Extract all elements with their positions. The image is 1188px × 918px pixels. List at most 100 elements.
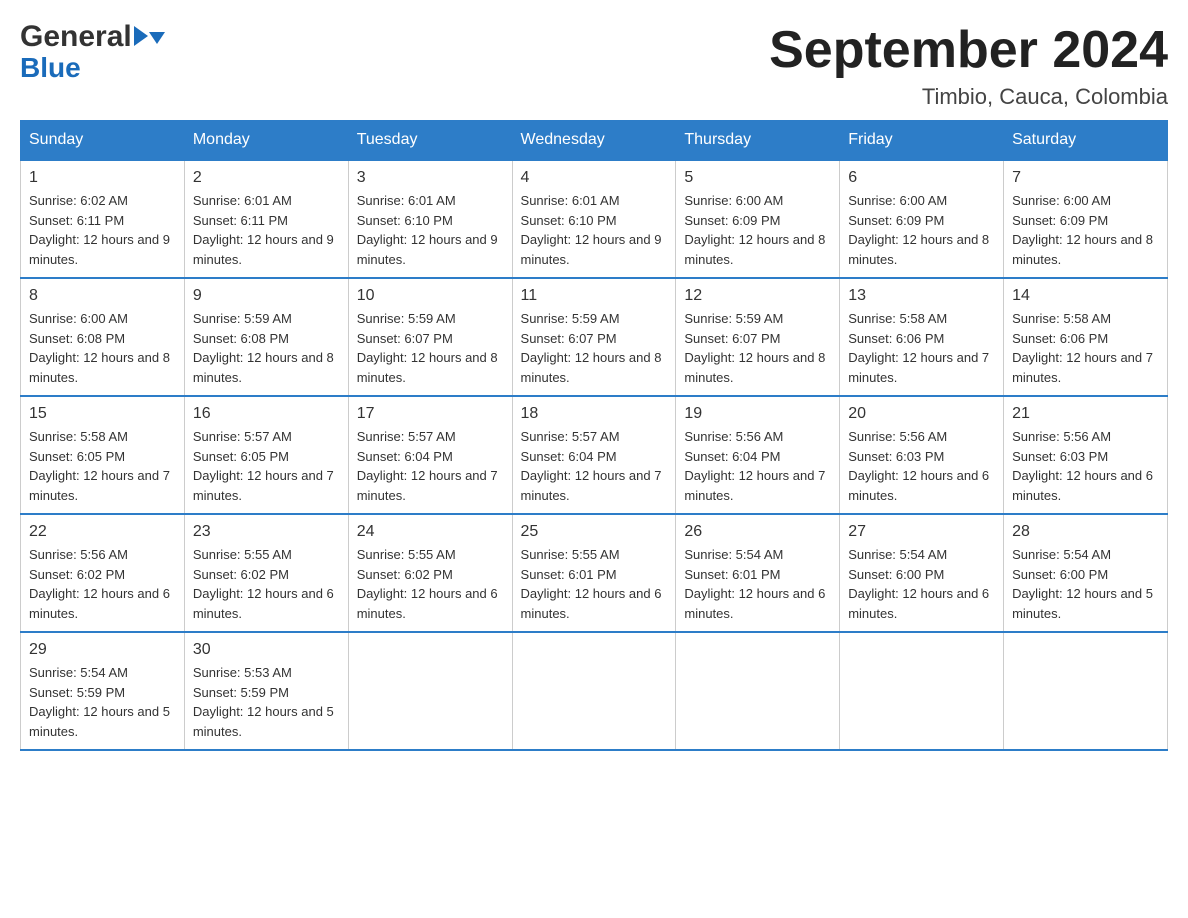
sunset-label: Sunset: 6:02 PM bbox=[357, 567, 453, 582]
day-info: Sunrise: 5:54 AM Sunset: 5:59 PM Dayligh… bbox=[29, 663, 176, 741]
sunrise-label: Sunrise: 5:58 AM bbox=[848, 311, 947, 326]
calendar-cell: 7 Sunrise: 6:00 AM Sunset: 6:09 PM Dayli… bbox=[1004, 160, 1168, 278]
sunrise-label: Sunrise: 5:56 AM bbox=[29, 547, 128, 562]
location-subtitle: Timbio, Cauca, Colombia bbox=[769, 84, 1168, 110]
day-number: 8 bbox=[29, 287, 176, 305]
day-info: Sunrise: 5:54 AM Sunset: 6:00 PM Dayligh… bbox=[848, 545, 995, 623]
sunrise-label: Sunrise: 5:59 AM bbox=[521, 311, 620, 326]
sunset-label: Sunset: 6:07 PM bbox=[357, 331, 453, 346]
daylight-label: Daylight: 12 hours and 5 minutes. bbox=[29, 704, 170, 739]
sunset-label: Sunset: 6:10 PM bbox=[357, 213, 453, 228]
sunrise-label: Sunrise: 5:57 AM bbox=[521, 429, 620, 444]
calendar-cell: 13 Sunrise: 5:58 AM Sunset: 6:06 PM Dayl… bbox=[840, 278, 1004, 396]
day-number: 27 bbox=[848, 523, 995, 541]
day-number: 4 bbox=[521, 169, 668, 187]
day-number: 6 bbox=[848, 169, 995, 187]
calendar-cell: 21 Sunrise: 5:56 AM Sunset: 6:03 PM Dayl… bbox=[1004, 396, 1168, 514]
sunset-label: Sunset: 6:01 PM bbox=[521, 567, 617, 582]
day-info: Sunrise: 6:02 AM Sunset: 6:11 PM Dayligh… bbox=[29, 191, 176, 269]
day-info: Sunrise: 6:00 AM Sunset: 6:09 PM Dayligh… bbox=[684, 191, 831, 269]
day-number: 21 bbox=[1012, 405, 1159, 423]
day-info: Sunrise: 5:59 AM Sunset: 6:08 PM Dayligh… bbox=[193, 309, 340, 387]
day-info: Sunrise: 6:01 AM Sunset: 6:10 PM Dayligh… bbox=[521, 191, 668, 269]
daylight-label: Daylight: 12 hours and 7 minutes. bbox=[684, 468, 825, 503]
calendar-cell: 8 Sunrise: 6:00 AM Sunset: 6:08 PM Dayli… bbox=[21, 278, 185, 396]
logo-general-text: General bbox=[20, 20, 132, 54]
calendar-cell: 1 Sunrise: 6:02 AM Sunset: 6:11 PM Dayli… bbox=[21, 160, 185, 278]
day-info: Sunrise: 5:56 AM Sunset: 6:04 PM Dayligh… bbox=[684, 427, 831, 505]
daylight-label: Daylight: 12 hours and 7 minutes. bbox=[1012, 350, 1153, 385]
sunrise-label: Sunrise: 5:54 AM bbox=[848, 547, 947, 562]
day-number: 19 bbox=[684, 405, 831, 423]
daylight-label: Daylight: 12 hours and 9 minutes. bbox=[357, 232, 498, 267]
day-number: 3 bbox=[357, 169, 504, 187]
calendar-cell: 25 Sunrise: 5:55 AM Sunset: 6:01 PM Dayl… bbox=[512, 514, 676, 632]
sunset-label: Sunset: 6:11 PM bbox=[193, 213, 288, 228]
day-number: 30 bbox=[193, 641, 340, 659]
daylight-label: Daylight: 12 hours and 9 minutes. bbox=[29, 232, 170, 267]
sunrise-label: Sunrise: 6:02 AM bbox=[29, 193, 128, 208]
sunrise-label: Sunrise: 5:54 AM bbox=[684, 547, 783, 562]
sunrise-label: Sunrise: 6:01 AM bbox=[357, 193, 456, 208]
calendar-cell: 15 Sunrise: 5:58 AM Sunset: 6:05 PM Dayl… bbox=[21, 396, 185, 514]
day-info: Sunrise: 5:59 AM Sunset: 6:07 PM Dayligh… bbox=[684, 309, 831, 387]
sunrise-label: Sunrise: 5:53 AM bbox=[193, 665, 292, 680]
calendar-cell: 26 Sunrise: 5:54 AM Sunset: 6:01 PM Dayl… bbox=[676, 514, 840, 632]
sunset-label: Sunset: 6:02 PM bbox=[29, 567, 125, 582]
calendar-cell bbox=[512, 632, 676, 750]
col-saturday: Saturday bbox=[1004, 121, 1168, 161]
day-info: Sunrise: 5:58 AM Sunset: 6:06 PM Dayligh… bbox=[1012, 309, 1159, 387]
daylight-label: Daylight: 12 hours and 6 minutes. bbox=[1012, 468, 1153, 503]
sunrise-label: Sunrise: 5:58 AM bbox=[29, 429, 128, 444]
daylight-label: Daylight: 12 hours and 7 minutes. bbox=[29, 468, 170, 503]
daylight-label: Daylight: 12 hours and 5 minutes. bbox=[1012, 586, 1153, 621]
sunrise-label: Sunrise: 5:57 AM bbox=[193, 429, 292, 444]
daylight-label: Daylight: 12 hours and 7 minutes. bbox=[848, 350, 989, 385]
sunrise-label: Sunrise: 6:00 AM bbox=[848, 193, 947, 208]
sunrise-label: Sunrise: 5:56 AM bbox=[684, 429, 783, 444]
sunset-label: Sunset: 6:00 PM bbox=[1012, 567, 1108, 582]
daylight-label: Daylight: 12 hours and 7 minutes. bbox=[521, 468, 662, 503]
sunset-label: Sunset: 6:03 PM bbox=[1012, 449, 1108, 464]
sunset-label: Sunset: 6:08 PM bbox=[29, 331, 125, 346]
daylight-label: Daylight: 12 hours and 8 minutes. bbox=[684, 350, 825, 385]
page-header: General Blue September 2024 Timbio, Cauc… bbox=[20, 20, 1168, 110]
calendar-cell bbox=[1004, 632, 1168, 750]
day-number: 26 bbox=[684, 523, 831, 541]
calendar-week-4: 22 Sunrise: 5:56 AM Sunset: 6:02 PM Dayl… bbox=[21, 514, 1168, 632]
sunset-label: Sunset: 6:04 PM bbox=[521, 449, 617, 464]
calendar-cell: 14 Sunrise: 5:58 AM Sunset: 6:06 PM Dayl… bbox=[1004, 278, 1168, 396]
calendar-cell: 3 Sunrise: 6:01 AM Sunset: 6:10 PM Dayli… bbox=[348, 160, 512, 278]
title-section: September 2024 Timbio, Cauca, Colombia bbox=[769, 20, 1168, 110]
calendar-cell: 20 Sunrise: 5:56 AM Sunset: 6:03 PM Dayl… bbox=[840, 396, 1004, 514]
day-info: Sunrise: 6:00 AM Sunset: 6:09 PM Dayligh… bbox=[1012, 191, 1159, 269]
day-number: 7 bbox=[1012, 169, 1159, 187]
day-info: Sunrise: 5:57 AM Sunset: 6:04 PM Dayligh… bbox=[521, 427, 668, 505]
day-number: 1 bbox=[29, 169, 176, 187]
day-info: Sunrise: 5:56 AM Sunset: 6:03 PM Dayligh… bbox=[1012, 427, 1159, 505]
logo-triangle-icon bbox=[149, 32, 165, 44]
day-number: 2 bbox=[193, 169, 340, 187]
calendar-cell bbox=[840, 632, 1004, 750]
sunset-label: Sunset: 6:06 PM bbox=[848, 331, 944, 346]
calendar-cell: 28 Sunrise: 5:54 AM Sunset: 6:00 PM Dayl… bbox=[1004, 514, 1168, 632]
day-info: Sunrise: 5:54 AM Sunset: 6:01 PM Dayligh… bbox=[684, 545, 831, 623]
sunset-label: Sunset: 6:05 PM bbox=[29, 449, 125, 464]
col-wednesday: Wednesday bbox=[512, 121, 676, 161]
sunrise-label: Sunrise: 6:00 AM bbox=[1012, 193, 1111, 208]
col-sunday: Sunday bbox=[21, 121, 185, 161]
daylight-label: Daylight: 12 hours and 7 minutes. bbox=[193, 468, 334, 503]
sunrise-label: Sunrise: 6:00 AM bbox=[684, 193, 783, 208]
sunrise-label: Sunrise: 6:00 AM bbox=[29, 311, 128, 326]
sunset-label: Sunset: 6:08 PM bbox=[193, 331, 289, 346]
day-info: Sunrise: 5:56 AM Sunset: 6:02 PM Dayligh… bbox=[29, 545, 176, 623]
day-number: 9 bbox=[193, 287, 340, 305]
sunset-label: Sunset: 6:09 PM bbox=[1012, 213, 1108, 228]
day-info: Sunrise: 5:55 AM Sunset: 6:02 PM Dayligh… bbox=[357, 545, 504, 623]
day-number: 23 bbox=[193, 523, 340, 541]
calendar-cell: 29 Sunrise: 5:54 AM Sunset: 5:59 PM Dayl… bbox=[21, 632, 185, 750]
day-number: 28 bbox=[1012, 523, 1159, 541]
day-info: Sunrise: 6:01 AM Sunset: 6:11 PM Dayligh… bbox=[193, 191, 340, 269]
col-tuesday: Tuesday bbox=[348, 121, 512, 161]
calendar-cell: 4 Sunrise: 6:01 AM Sunset: 6:10 PM Dayli… bbox=[512, 160, 676, 278]
